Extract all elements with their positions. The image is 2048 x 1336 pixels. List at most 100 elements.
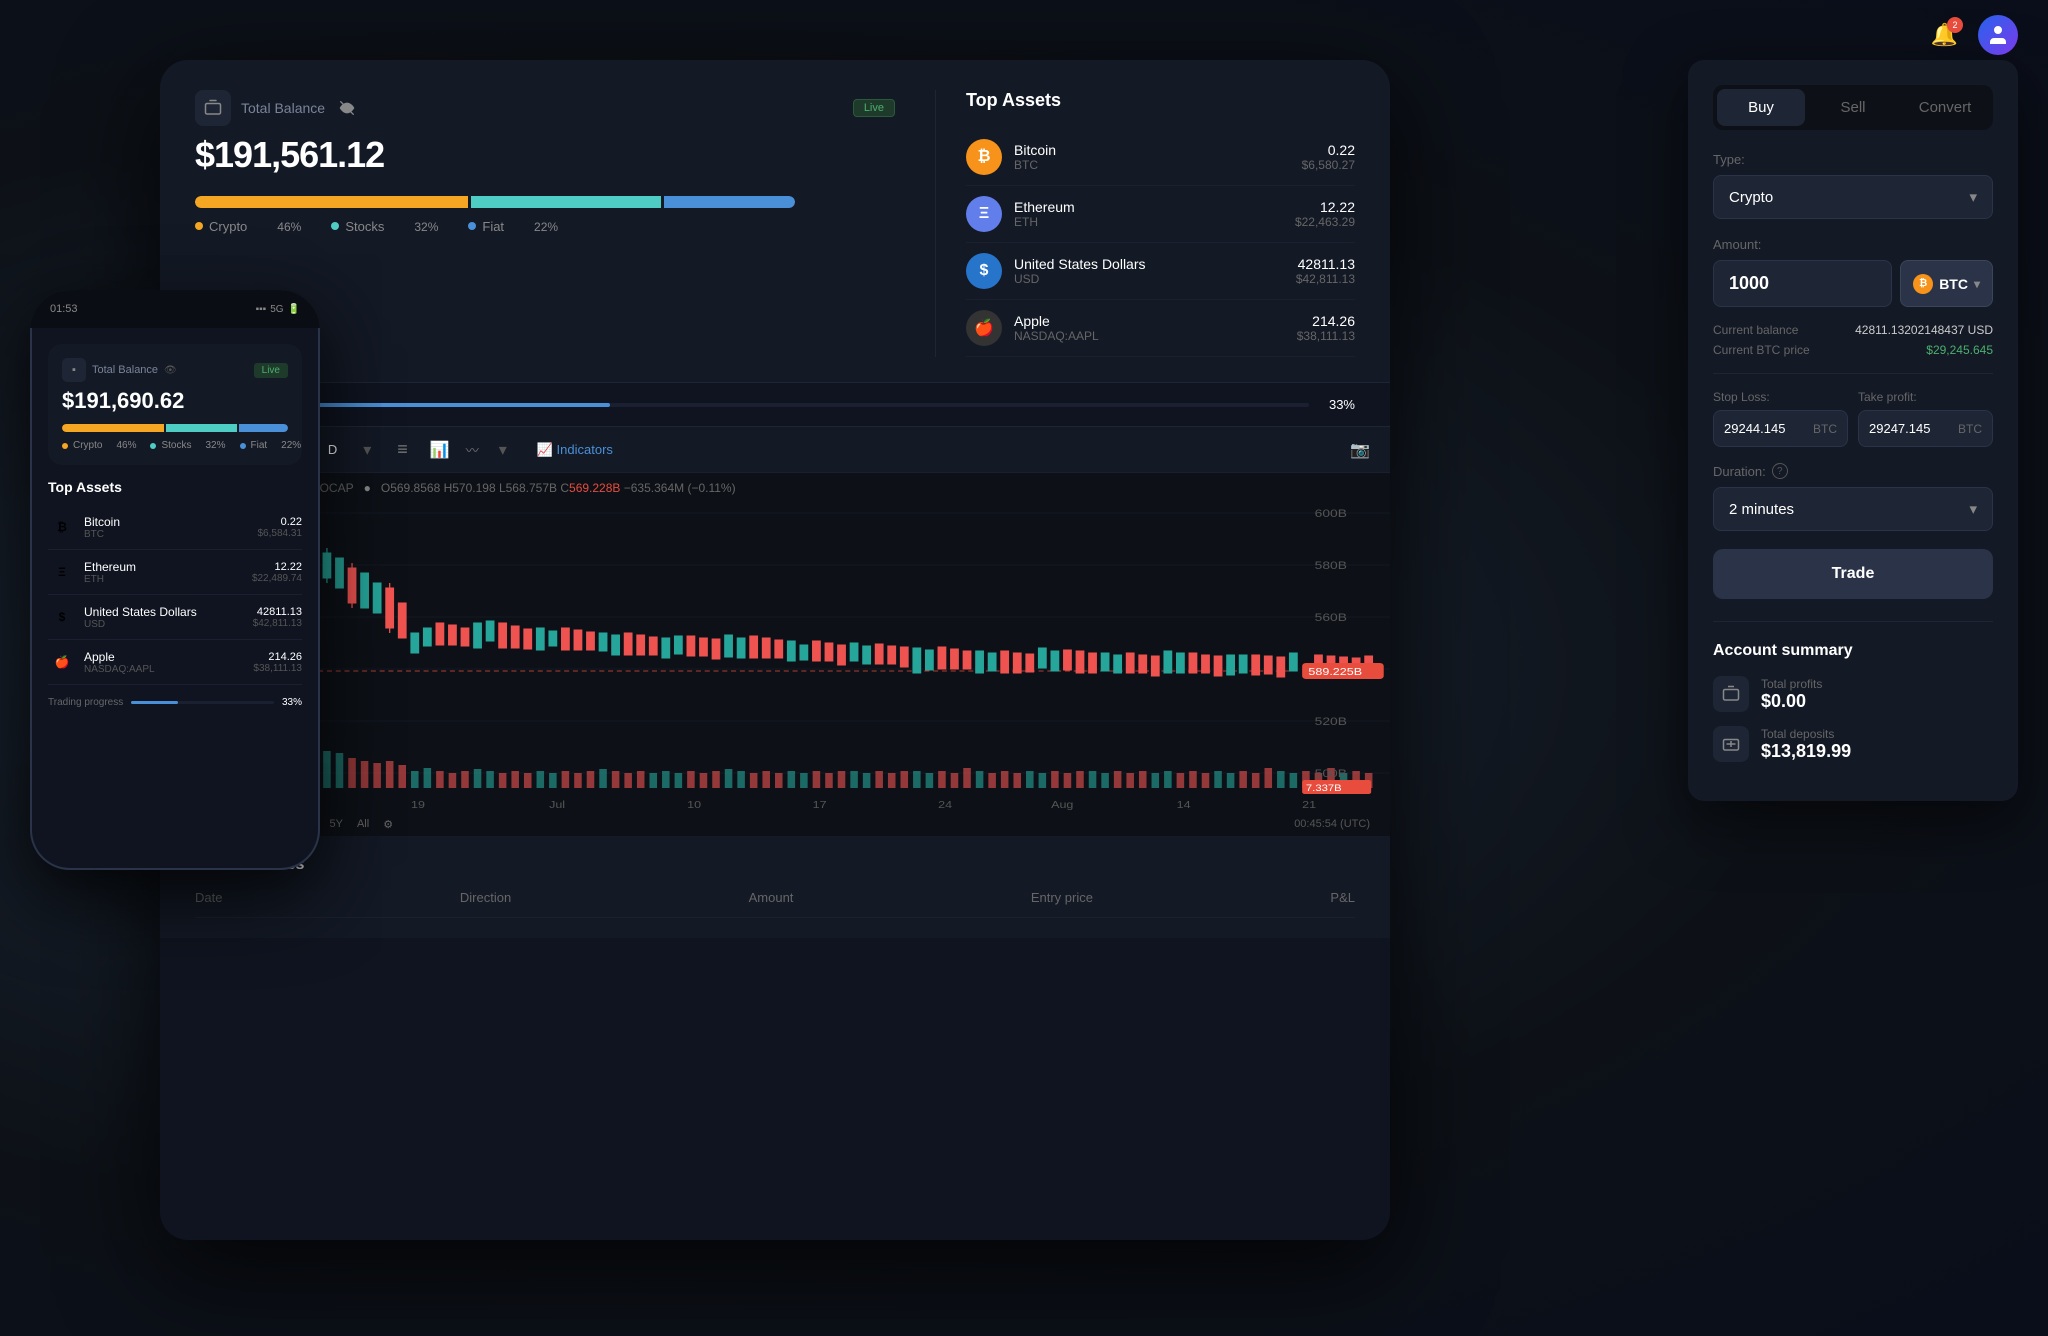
- stocks-bar: [471, 196, 661, 208]
- asset-row-usd[interactable]: $ United States Dollars USD 42811.13 $42…: [966, 243, 1355, 300]
- asset-row-aapl[interactable]: 🍎 Apple NASDAQ:AAPL 214.26 $38,111.13: [966, 300, 1355, 357]
- trading-progress: progress 33%: [160, 383, 1390, 427]
- chart-canvas: 600B 580B 560B 540B 520B 500B 589.225B 7…: [160, 503, 1390, 813]
- balance-icon: [195, 90, 231, 126]
- btc-currency-icon: ₿: [1913, 274, 1933, 294]
- phone-stocks-legend: Stocks: [150, 440, 191, 451]
- progress-pct: 33%: [1329, 397, 1355, 412]
- currency-select[interactable]: ₿ BTC ▾: [1900, 260, 1993, 307]
- col-amount: Amount: [749, 890, 794, 905]
- chart-svg: 600B 580B 560B 540B 520B 500B 589.225B 7…: [160, 503, 1390, 813]
- time-d[interactable]: D: [322, 439, 343, 460]
- balance-header: Total Balance Live: [195, 90, 895, 126]
- fiat-legend: Fiat: [468, 218, 504, 234]
- phone-eye-icon: 👁: [164, 365, 177, 376]
- crypto-legend: Crypto: [195, 218, 247, 234]
- btc-icon: ₿: [966, 139, 1002, 175]
- deposits-icon: [1713, 726, 1749, 762]
- trade-button[interactable]: Trade: [1713, 549, 1993, 599]
- tab-sell[interactable]: Sell: [1809, 89, 1897, 126]
- phone-balance-card: ▪ Total Balance 👁 Live $191,690.62 Crypt…: [48, 344, 302, 465]
- chart-candlestick-icon[interactable]: 📊: [430, 440, 450, 460]
- phone-progress-bar: [131, 701, 274, 704]
- phone-asset-aapl[interactable]: 🍎 Apple NASDAQ:AAPL 214.26 $38,111.13: [48, 640, 302, 685]
- phone-content: ▪ Total Balance 👁 Live $191,690.62 Crypt…: [30, 328, 320, 870]
- chart-ohlc: O569.8568 H570.198 L568.757B C569.228B −…: [381, 481, 736, 495]
- svg-text:520B: 520B: [1315, 715, 1347, 727]
- phone-device: 01:53 ▪▪▪ 5G 🔋 ▪ Total Balance 👁 Live $1…: [30, 290, 320, 870]
- usd-icon: $: [966, 253, 1002, 289]
- svg-text:14: 14: [1177, 800, 1191, 811]
- tab-buy[interactable]: Buy: [1717, 89, 1805, 126]
- amount-input[interactable]: [1713, 260, 1892, 307]
- usd-values: 42811.13 $42,811.13: [1296, 256, 1355, 286]
- settings-icon[interactable]: ⚙: [383, 818, 393, 831]
- asset-row-eth[interactable]: Ξ Ethereum ETH 12.22 $22,463.29: [966, 186, 1355, 243]
- phone-asset-btc[interactable]: ₿ Bitcoin BTC 0.22 $6,584.31: [48, 505, 302, 550]
- amount-row: ₿ BTC ▾: [1713, 260, 1993, 307]
- eth-info: Ethereum ETH: [1014, 199, 1283, 229]
- stop-loss-input[interactable]: 29244.145 BTC: [1713, 410, 1848, 447]
- phone-stocks-bar: [166, 424, 237, 432]
- duration-label: Duration: ?: [1713, 463, 1993, 479]
- range-5y[interactable]: 5Y: [330, 818, 343, 831]
- notifications-bell[interactable]: 🔔 2: [1931, 22, 1958, 48]
- type-label: Type:: [1713, 152, 1993, 167]
- help-icon[interactable]: ?: [1772, 463, 1788, 479]
- total-deposits-item: Total deposits $13,819.99: [1713, 726, 1993, 762]
- fiat-bar: [664, 196, 795, 208]
- top-navigation: 🔔 2: [1848, 0, 2048, 70]
- phone-aapl-icon: 🍎: [48, 648, 76, 676]
- chart-timestamp: 00:45:54 (UTC): [1294, 818, 1370, 831]
- range-all[interactable]: All: [357, 818, 369, 831]
- svg-text:24: 24: [938, 800, 952, 811]
- phone-asset-eth[interactable]: Ξ Ethereum ETH 12.22 $22,489.74: [48, 550, 302, 595]
- fiat-dot: [468, 222, 476, 230]
- current-balance-row: Current balance 42811.13202148437 USD: [1713, 323, 1993, 337]
- trades-table-header: Date Direction Amount Entry price P&L: [195, 890, 1355, 918]
- stocks-dot: [331, 222, 339, 230]
- closed-trades-section: Closed Trades Date Direction Amount Entr…: [160, 836, 1390, 938]
- chart-toolbar: 1m 30m 1h D ▾ ≡ 📊 〰 ▾ 📈 Indicators 📷: [160, 427, 1390, 473]
- usd-info: United States Dollars USD: [1014, 256, 1284, 286]
- svg-text:560B: 560B: [1315, 611, 1347, 623]
- chevron-down-icon: ▾: [1969, 188, 1977, 206]
- current-btc-row: Current BTC price $29,245.645: [1713, 343, 1993, 357]
- asset-row-btc[interactable]: ₿ Bitcoin BTC 0.22 $6,580.27: [966, 129, 1355, 186]
- tablet-device: Total Balance Live $191,561.12 Crypto 46…: [160, 60, 1390, 1240]
- phone-status-icons: ▪▪▪ 5G 🔋: [256, 304, 300, 315]
- phone-balance-label: Total Balance: [92, 364, 158, 376]
- duration-select[interactable]: 2 minutes ▾: [1713, 487, 1993, 531]
- eth-values: 12.22 $22,463.29: [1295, 199, 1355, 229]
- col-pnl: P&L: [1330, 890, 1355, 905]
- svg-text:21: 21: [1302, 800, 1316, 811]
- chart-bottom-bar: 3M 6M YTD 1Y 3Y 5Y All ⚙ 00:45:54 (UTC): [160, 813, 1390, 836]
- right-panel: Buy Sell Convert Type: Crypto ▾ Amount: …: [1688, 60, 2018, 801]
- phone-top-assets-title: Top Assets: [48, 479, 302, 495]
- chart-type-icon[interactable]: ≡: [397, 439, 408, 460]
- aapl-values: 214.26 $38,111.13: [1297, 313, 1355, 343]
- phone-crypto-bar: [62, 424, 164, 432]
- phone-asset-usd[interactable]: $ United States Dollars USD 42811.13 $42…: [48, 595, 302, 640]
- type-select[interactable]: Crypto ▾: [1713, 175, 1993, 219]
- eth-icon: Ξ: [966, 196, 1002, 232]
- notification-badge: 2: [1947, 17, 1963, 33]
- svg-text:580B: 580B: [1315, 559, 1347, 571]
- user-avatar[interactable]: [1978, 15, 2018, 55]
- balance-label: Total Balance: [241, 100, 325, 116]
- chart-area-icon[interactable]: 〰: [466, 440, 479, 459]
- stocks-legend: Stocks: [331, 218, 384, 234]
- screenshot-icon[interactable]: 📷: [1350, 440, 1370, 460]
- profits-info: Total profits $0.00: [1761, 677, 1993, 712]
- profits-icon: [1713, 676, 1749, 712]
- phone-usd-icon: $: [48, 603, 76, 631]
- take-profit-input[interactable]: 29247.145 BTC: [1858, 410, 1993, 447]
- chart-container: 1m 30m 1h D ▾ ≡ 📊 〰 ▾ 📈 Indicators 📷 Cap…: [160, 427, 1390, 836]
- tab-convert[interactable]: Convert: [1901, 89, 1989, 126]
- indicators-btn[interactable]: 📈 Indicators: [537, 442, 613, 458]
- live-badge: Live: [853, 99, 895, 117]
- btc-info: Bitcoin BTC: [1014, 142, 1290, 172]
- phone-eth-icon: Ξ: [48, 558, 76, 586]
- col-direction: Direction: [460, 890, 511, 905]
- svg-text:19: 19: [411, 800, 425, 811]
